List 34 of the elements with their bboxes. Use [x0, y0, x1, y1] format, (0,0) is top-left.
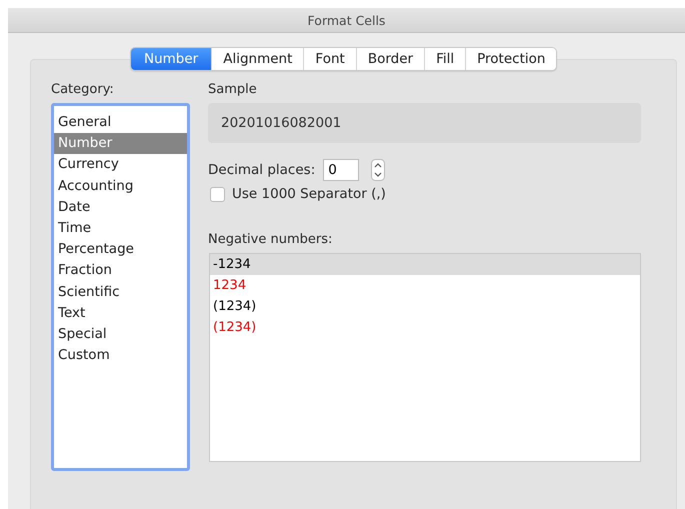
category-item[interactable]: Number: [54, 133, 187, 154]
decimal-places-label: Decimal places:: [208, 162, 316, 178]
decimal-places-field[interactable]: 0: [323, 159, 360, 181]
stepper-icon[interactable]: [371, 159, 386, 181]
tab[interactable]: Alignment: [211, 48, 304, 70]
negative-number-item[interactable]: 1234: [210, 275, 640, 296]
category-item[interactable]: Date: [54, 196, 187, 218]
category-item[interactable]: Scientific: [54, 282, 187, 303]
category-item[interactable]: Text: [54, 302, 187, 324]
negative-number-item[interactable]: -1234: [210, 254, 640, 275]
negative-numbers-list[interactable]: -1234 1234 (1234) (1234): [209, 253, 641, 462]
category-item[interactable]: Accounting: [54, 176, 187, 197]
category-list[interactable]: General Number Currency Accounting Date Time Percentage Fraction Scientific Text Special Custom: [51, 103, 190, 471]
tab[interactable]: Border: [356, 48, 424, 70]
negative-number-item[interactable]: (1234): [210, 296, 640, 317]
category-item[interactable]: Percentage: [54, 239, 187, 260]
category-item[interactable]: Currency: [54, 154, 187, 176]
category-item[interactable]: Fraction: [54, 260, 187, 282]
negative-numbers-label: Negative numbers:: [208, 232, 334, 247]
category-item[interactable]: Custom: [54, 345, 187, 366]
separator-label: Use 1000 Separator (,): [232, 186, 386, 202]
category-item[interactable]: Time: [54, 218, 187, 240]
window-title: Format Cells: [308, 12, 386, 28]
sample-value: 20201016082001: [208, 103, 641, 143]
separator-checkbox[interactable]: [210, 186, 225, 202]
category-item[interactable]: Special: [54, 324, 187, 346]
tab[interactable]: Number: [131, 48, 212, 70]
category-item[interactable]: General: [54, 112, 187, 134]
tab[interactable]: Protection: [465, 48, 556, 70]
category-label: Category:: [51, 82, 115, 97]
tab[interactable]: Fill: [424, 48, 466, 70]
tab[interactable]: Font: [303, 48, 356, 70]
negative-number-item[interactable]: (1234): [210, 317, 640, 338]
sample-label: Sample: [208, 82, 258, 97]
